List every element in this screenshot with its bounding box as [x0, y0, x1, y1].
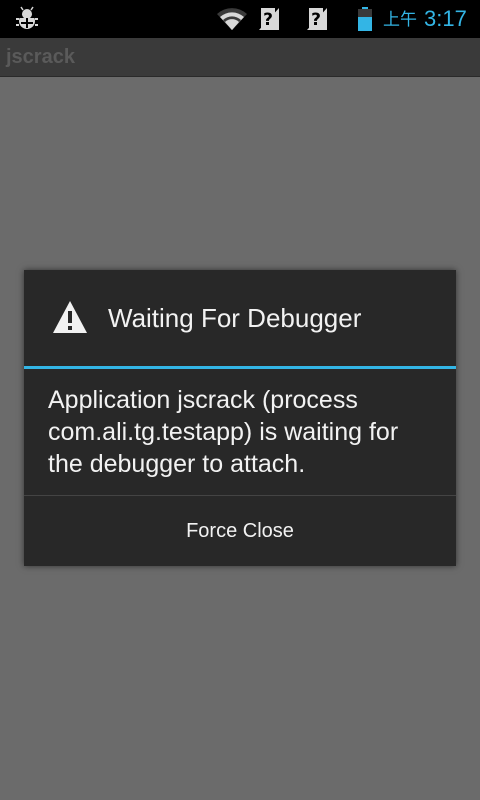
wifi-icon — [217, 8, 247, 31]
svg-text:?: ? — [263, 10, 273, 30]
force-close-button[interactable]: Force Close — [24, 496, 456, 566]
dialog-title: Waiting For Debugger — [108, 303, 362, 333]
screen: ? ? 上午 3:17 jscrack Waiting For Debugger — [0, 0, 480, 800]
clock-ampm: 上午 — [383, 10, 417, 30]
status-bar: ? ? 上午 3:17 — [0, 0, 480, 38]
dialog-title-divider — [24, 366, 456, 369]
clock-time: 3:17 — [424, 6, 467, 31]
no-sim-signal-icon: ? — [307, 8, 327, 30]
warning-icon — [53, 301, 87, 333]
waiting-for-debugger-dialog: Waiting For Debugger Application jscrack… — [24, 270, 456, 566]
battery-icon — [358, 7, 372, 31]
no-sim-signal-icon: ? — [259, 8, 279, 30]
dialog-message: Application jscrack (process com.ali.tg.… — [48, 386, 399, 478]
app-title: jscrack — [6, 46, 75, 68]
debug-icon — [16, 6, 38, 29]
app-title-bar: jscrack — [0, 38, 480, 77]
dialog-header: Waiting For Debugger — [24, 270, 456, 366]
svg-text:?: ? — [311, 10, 321, 30]
